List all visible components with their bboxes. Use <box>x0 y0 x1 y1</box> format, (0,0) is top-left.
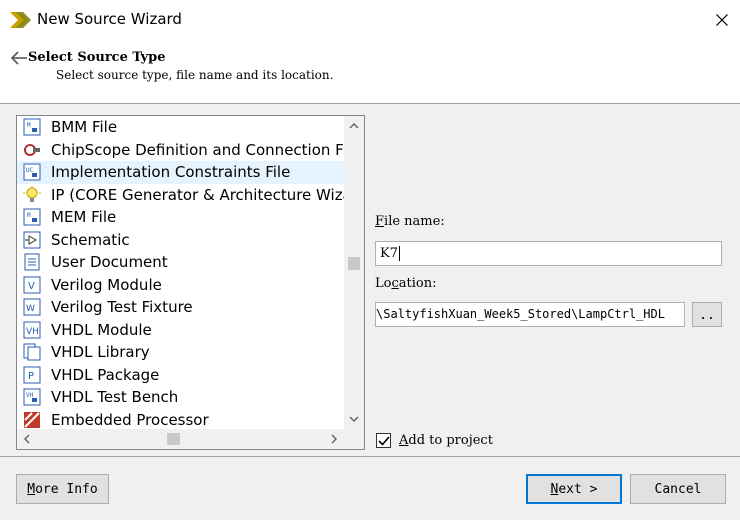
page-subtitle: Select source type, file name and its lo… <box>56 68 334 82</box>
scroll-down-button[interactable] <box>344 409 364 429</box>
source-type-item[interactable]: VH VHDL Module <box>17 319 344 342</box>
add-to-project-label: Add to project <box>399 433 493 448</box>
checkbox-box[interactable] <box>376 433 391 448</box>
vertical-scroll-thumb[interactable] <box>348 257 360 270</box>
add-to-project-checkbox[interactable]: Add to project <box>376 433 493 448</box>
svg-text:V: V <box>28 281 35 292</box>
source-type-label: Implementation Constraints File <box>51 163 291 182</box>
scroll-up-button[interactable] <box>344 116 364 136</box>
source-type-items: M BMM File ChipScope Definition and Connec… <box>17 116 344 429</box>
embedded-processor-icon <box>23 411 41 429</box>
ip-core-icon <box>23 185 41 204</box>
source-type-label: Verilog Module <box>51 275 162 294</box>
scroll-right-button[interactable] <box>324 429 344 449</box>
chevron-up-icon <box>349 123 359 129</box>
horizontal-scroll-thumb[interactable] <box>167 433 180 445</box>
source-type-item[interactable]: IP (CORE Generator & Architecture Wizard… <box>17 184 344 207</box>
chevron-left-icon <box>24 434 30 444</box>
source-type-label: Embedded Processor <box>51 410 209 429</box>
source-type-label: Verilog Test Fixture <box>51 298 193 317</box>
vhdl-module-icon: VH <box>23 321 41 339</box>
wizard-footer <box>0 457 740 520</box>
location-label: Location: <box>375 276 437 291</box>
svg-text:P: P <box>28 371 34 382</box>
xilinx-logo-icon <box>10 12 31 28</box>
source-type-label: VHDL Package <box>51 365 160 384</box>
svg-text:VH: VH <box>26 392 34 399</box>
chevron-down-icon <box>349 416 359 422</box>
document-icon <box>23 253 41 271</box>
source-type-label: ChipScope Definition and Connection File <box>51 140 344 159</box>
bmm-file-icon: M <box>23 118 41 136</box>
cancel-button[interactable]: Cancel <box>630 474 726 504</box>
source-type-item[interactable]: Embedded Processor <box>17 409 344 430</box>
vhdl-package-icon: P <box>23 366 41 384</box>
chipscope-icon <box>23 141 41 159</box>
next-button[interactable]: Next > <box>526 474 622 504</box>
scroll-left-button[interactable] <box>17 429 37 449</box>
source-type-item[interactable]: P VHDL Package <box>17 364 344 387</box>
vhdl-library-icon <box>23 343 41 361</box>
chevron-right-icon <box>331 434 337 444</box>
constraints-file-icon: UC <box>23 163 41 181</box>
source-type-label: BMM File <box>51 118 118 137</box>
horizontal-scrollbar[interactable] <box>17 429 344 449</box>
svg-text:M: M <box>27 212 31 219</box>
verilog-module-icon: V <box>23 276 41 294</box>
source-type-item[interactable]: User Document <box>17 251 344 274</box>
vertical-scrollbar[interactable] <box>344 116 364 429</box>
filename-input[interactable]: K7 <box>375 241 722 266</box>
source-type-label: VHDL Module <box>51 320 152 339</box>
scrollbar-corner <box>344 429 364 449</box>
svg-text:UC: UC <box>26 167 34 174</box>
page-title: Select Source Type <box>28 50 166 65</box>
schematic-icon <box>23 231 41 249</box>
close-button[interactable] <box>704 0 740 40</box>
svg-text:M: M <box>27 122 31 129</box>
source-type-item[interactable]: VH VHDL Test Bench <box>17 386 344 409</box>
source-type-item[interactable]: V Verilog Module <box>17 274 344 297</box>
source-type-label: User Document <box>51 253 168 272</box>
source-type-label: Schematic <box>51 230 130 249</box>
source-type-item[interactable]: W Verilog Test Fixture <box>17 296 344 319</box>
svg-text:VH: VH <box>26 327 39 337</box>
back-arrow-icon <box>10 51 27 65</box>
window-title: New Source Wizard <box>37 10 182 28</box>
source-type-list[interactable]: M BMM File ChipScope Definition and Connec… <box>16 115 365 450</box>
source-type-item[interactable]: UC Implementation Constraints File <box>17 161 344 184</box>
browse-button[interactable]: .. <box>692 302 722 327</box>
verilog-test-icon: W <box>23 298 41 316</box>
source-type-label: IP (CORE Generator & Architecture Wizard… <box>51 185 344 204</box>
vhdl-testbench-icon: VH <box>23 388 41 406</box>
source-type-item[interactable]: ChipScope Definition and Connection File <box>17 139 344 162</box>
location-input[interactable]: \SaltyfishXuan_Week5_Stored\LampCtrl_HDL <box>375 302 685 327</box>
source-type-item[interactable]: Schematic <box>17 229 344 252</box>
title-bar: New Source Wizard <box>0 0 740 40</box>
checkmark-icon <box>377 435 390 446</box>
text-cursor <box>398 246 400 261</box>
close-icon <box>716 14 728 26</box>
wizard-header: Select Source Type Select source type, f… <box>0 40 740 103</box>
source-type-item[interactable]: M MEM File <box>17 206 344 229</box>
mem-file-icon: M <box>23 208 41 226</box>
more-info-button[interactable]: More Info <box>16 474 109 504</box>
source-type-label: MEM File <box>51 208 117 227</box>
svg-text:W: W <box>26 304 35 314</box>
filename-label: File name: <box>375 214 445 229</box>
source-type-item[interactable]: M BMM File <box>17 116 344 139</box>
source-type-label: VHDL Test Bench <box>51 388 179 407</box>
source-type-item[interactable]: VHDL Library <box>17 341 344 364</box>
source-type-label: VHDL Library <box>51 343 150 362</box>
